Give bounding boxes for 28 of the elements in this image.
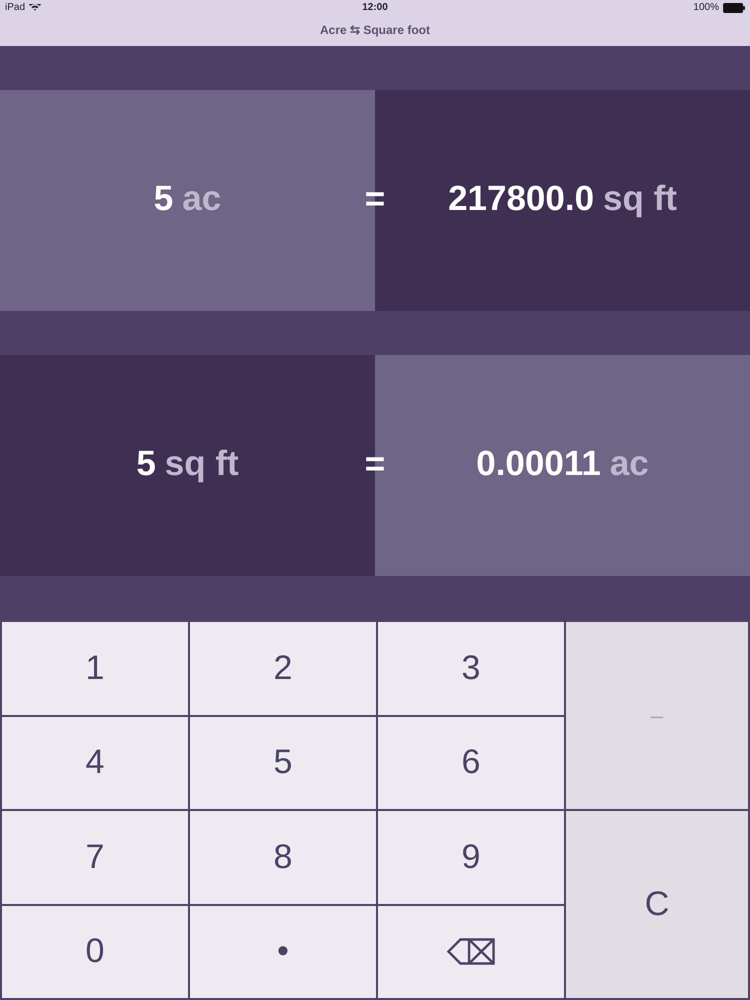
digit-key-button[interactable]: 2 <box>190 622 376 714</box>
input-unit: sq ft <box>164 444 239 484</box>
nav-title: Acre ⇆ Square foot <box>320 22 430 36</box>
digit-key-button[interactable]: 9 <box>378 811 564 904</box>
output-value: 217800.0 <box>448 178 594 218</box>
clear-key-button[interactable]: C <box>566 811 748 998</box>
input-value: 5 <box>154 178 174 218</box>
digit-key-button[interactable]: 5 <box>190 716 376 809</box>
digit-key-button[interactable]: 8 <box>190 811 376 904</box>
wifi-icon <box>29 4 42 11</box>
backspace-icon <box>447 938 495 966</box>
output-value: 0.00011 <box>476 444 601 484</box>
digit-key-button[interactable]: 0 <box>2 906 188 998</box>
input-unit: ac <box>182 178 222 218</box>
digit-key-button[interactable]: 6 <box>378 716 564 809</box>
decimal-key-button[interactable]: • <box>190 906 376 998</box>
output-unit: ac <box>610 444 649 484</box>
output-unit: sq ft <box>603 178 677 218</box>
digit-key-button[interactable]: 4 <box>2 716 188 809</box>
battery-icon <box>722 2 745 12</box>
digit-key-button[interactable]: 1 <box>2 622 188 714</box>
input-value: 5 <box>136 444 156 484</box>
device-name: iPad <box>5 2 26 13</box>
battery-percent: 100% <box>693 2 719 13</box>
backspace-key-button[interactable] <box>378 906 564 998</box>
digit-key-button[interactable]: 7 <box>2 811 188 904</box>
status-time: 12:00 <box>362 2 388 13</box>
digit-key-button[interactable]: 3 <box>378 622 564 714</box>
